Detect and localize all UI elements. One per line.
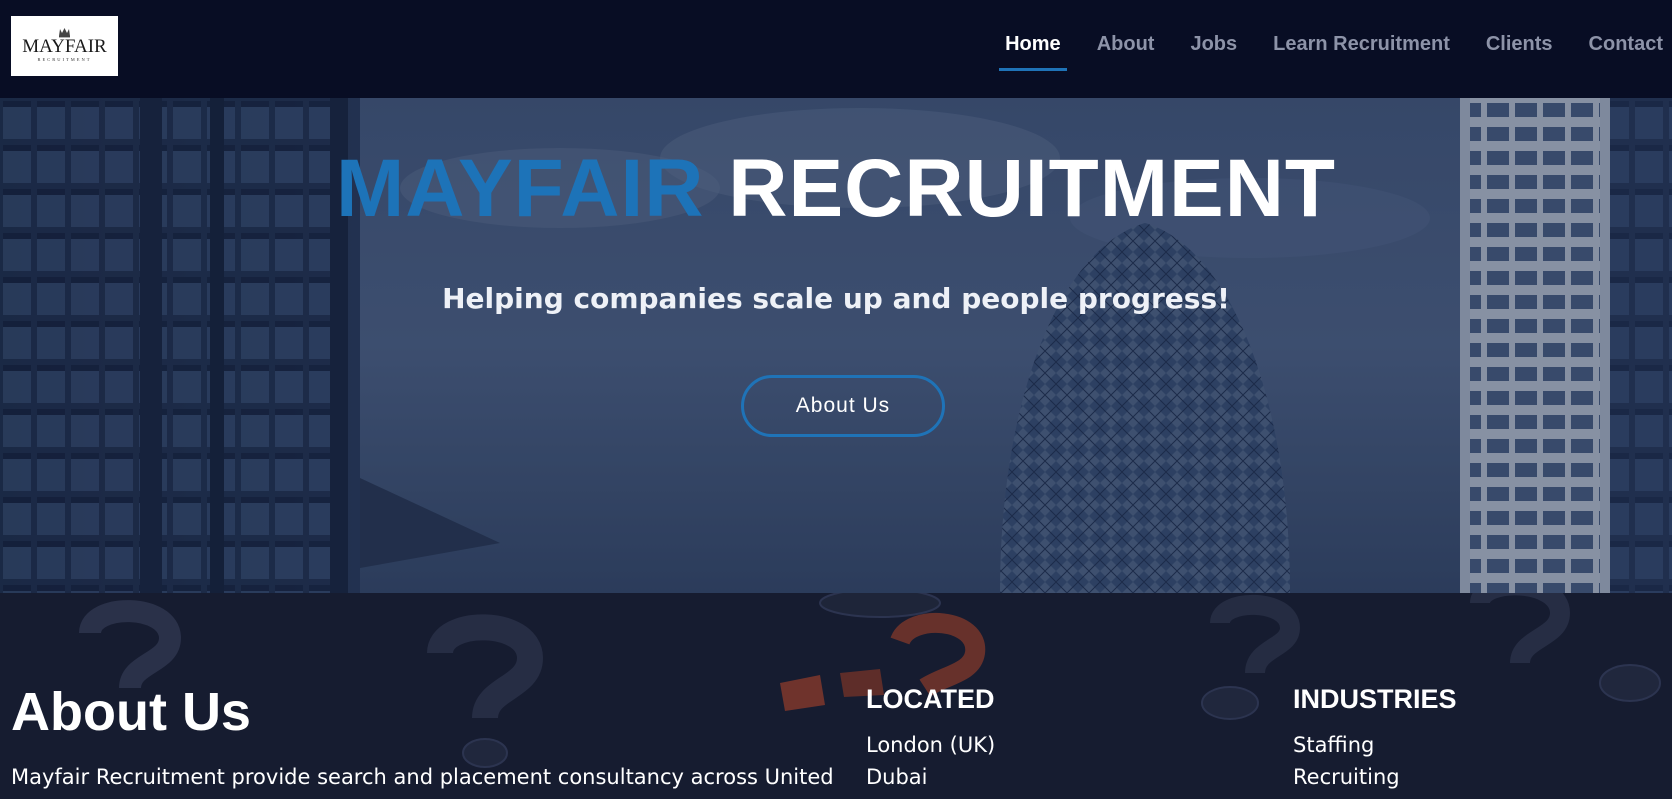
- mayfair-logo[interactable]: MAYFAIR RECRUITMENT: [11, 16, 118, 76]
- hero-tagline: Helping companies scale up and people pr…: [442, 282, 1230, 315]
- hero-section: MAYFAIR RECRUITMENT Helping companies sc…: [0, 98, 1672, 593]
- hero-title-mayfair: MAYFAIR: [335, 143, 705, 234]
- logo-wordmark: MAYFAIR: [22, 36, 107, 57]
- hero-title-recruitment: RECRUITMENT: [728, 143, 1337, 234]
- main-nav: Home About Jobs Learn Recruitment Client…: [987, 0, 1663, 98]
- logo-subtitle: RECRUITMENT: [37, 57, 92, 62]
- nav-item-home[interactable]: Home: [987, 0, 1079, 98]
- about-heading: About Us: [11, 682, 251, 742]
- nav-item-learn-recruitment[interactable]: Learn Recruitment: [1255, 0, 1468, 98]
- located-list: London (UK) Dubai: [866, 729, 995, 793]
- industries-item: Staffing: [1293, 733, 1375, 757]
- located-heading: LOCATED: [866, 684, 995, 714]
- about-us-button[interactable]: About Us: [741, 375, 945, 437]
- nav-item-clients[interactable]: Clients: [1468, 0, 1571, 98]
- nav-item-about[interactable]: About: [1079, 0, 1173, 98]
- nav-item-jobs[interactable]: Jobs: [1172, 0, 1255, 98]
- located-item: Dubai: [866, 765, 928, 789]
- industries-heading: INDUSTRIES: [1293, 684, 1457, 714]
- nav-item-contact[interactable]: Contact: [1571, 0, 1663, 98]
- located-item: London (UK): [866, 733, 996, 757]
- industries-item: Recruiting: [1293, 765, 1400, 789]
- about-section: About Us Mayfair Recruitment provide sea…: [0, 593, 1672, 799]
- industries-list: Staffing Recruiting: [1293, 729, 1400, 793]
- site-header: MAYFAIR RECRUITMENT Home About Jobs Lear…: [0, 0, 1672, 98]
- about-description: Mayfair Recruitment provide search and p…: [11, 765, 834, 789]
- hero-title: MAYFAIR RECRUITMENT: [0, 143, 1672, 234]
